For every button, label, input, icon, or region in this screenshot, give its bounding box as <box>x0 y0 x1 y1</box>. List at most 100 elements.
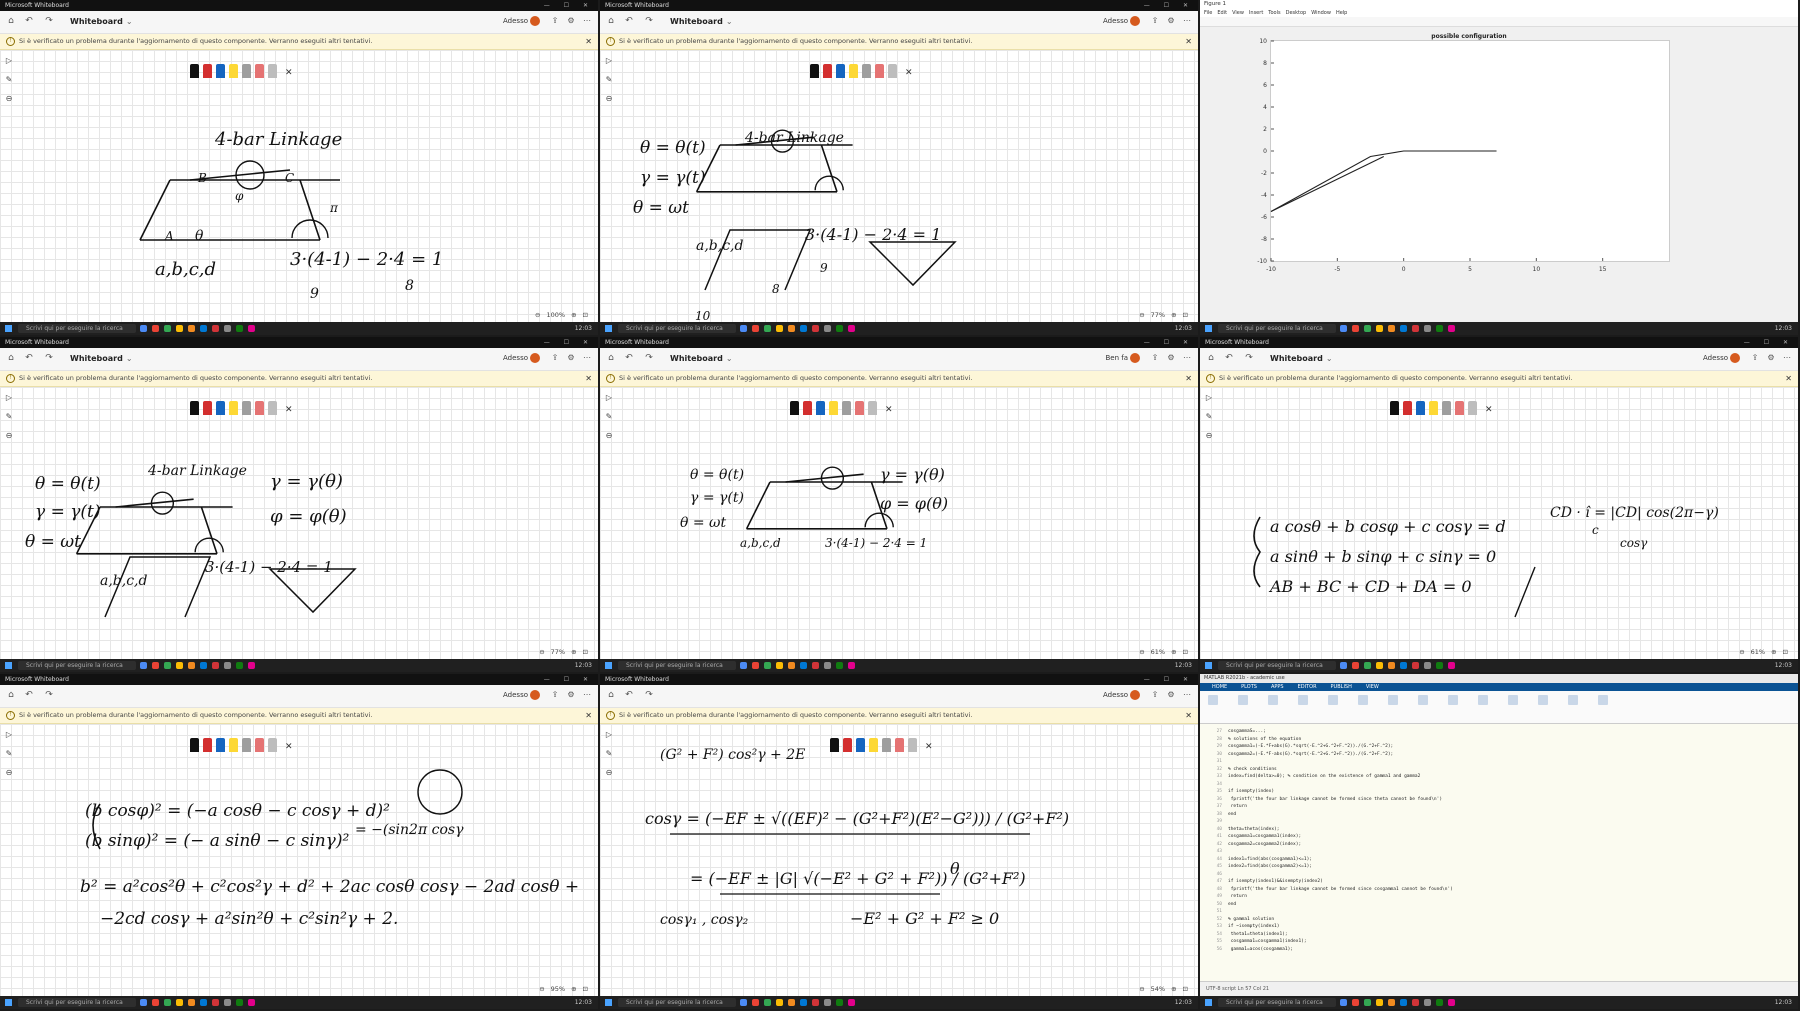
share-icon[interactable]: ⇪ <box>1150 16 1160 26</box>
taskbar-app-icon[interactable] <box>1388 662 1395 669</box>
zoom-out-icon[interactable]: ⊖ <box>1139 648 1144 656</box>
whiteboard-canvas[interactable]: θ = θ(t) γ = γ(t) θ = ωt γ = γ(θ) φ = φ(θ) 4-… <box>0 387 598 659</box>
pen-tool[interactable] <box>843 738 852 752</box>
pen-tool[interactable] <box>242 64 251 78</box>
window-controls[interactable]: — ☐ ✕ <box>1144 337 1194 348</box>
taskbar-app-icon[interactable] <box>1400 999 1407 1006</box>
share-icon[interactable]: ⇪ <box>550 353 560 363</box>
taskbar-app-icon[interactable] <box>236 662 243 669</box>
windows-start-icon[interactable] <box>1205 662 1212 669</box>
taskbar-app-icon[interactable] <box>248 325 255 332</box>
close-banner-button[interactable]: ✕ <box>585 371 592 386</box>
pen-tool[interactable] <box>862 64 871 78</box>
select-icon[interactable]: ▷ <box>604 393 614 403</box>
fit-screen-icon[interactable]: ⊡ <box>583 311 588 319</box>
pen-tool[interactable] <box>810 64 819 78</box>
more-icon[interactable]: ⋯ <box>582 353 592 363</box>
fit-screen-icon[interactable]: ⊡ <box>583 985 588 993</box>
fit-screen-icon[interactable]: ⊡ <box>1183 648 1188 656</box>
select-icon[interactable]: ▷ <box>4 56 14 66</box>
zoom-level[interactable]: 100% <box>547 311 566 319</box>
taskbar-search-input[interactable]: Scrivi qui per eseguire la ricerca <box>618 661 736 670</box>
fit-screen-icon[interactable]: ⊡ <box>1783 648 1788 656</box>
pen-icon[interactable]: ✎ <box>604 412 614 422</box>
ribbon-tab[interactable]: PUBLISH <box>1331 684 1352 690</box>
taskbar-app-icon[interactable] <box>740 662 747 669</box>
zoom-in-icon[interactable]: ⊕ <box>571 648 576 656</box>
taskbar-app-icon[interactable] <box>200 999 207 1006</box>
pen-tool[interactable] <box>229 738 238 752</box>
close-banner-button[interactable]: ✕ <box>585 708 592 723</box>
pen-tool[interactable] <box>229 64 238 78</box>
taskbar-app-icon[interactable] <box>848 999 855 1006</box>
pen-tool[interactable] <box>803 401 812 415</box>
pen-tool[interactable] <box>203 738 212 752</box>
pen-tool[interactable] <box>816 401 825 415</box>
taskbar-app-icon[interactable] <box>1364 662 1371 669</box>
undo-icon[interactable]: ↶ <box>624 690 634 700</box>
pen-tool[interactable] <box>1442 401 1451 415</box>
taskbar-app-icon[interactable] <box>800 999 807 1006</box>
select-icon[interactable]: ▷ <box>1204 393 1214 403</box>
pen-tool[interactable] <box>855 401 864 415</box>
share-icon[interactable]: ⇪ <box>1150 353 1160 363</box>
taskbar-search-input[interactable]: Scrivi qui per eseguire la ricerca <box>18 661 136 670</box>
close-banner-button[interactable]: ✕ <box>1185 34 1192 49</box>
close-palette-icon[interactable]: ✕ <box>1485 405 1493 415</box>
window-controls[interactable]: — ☐ ✕ <box>1144 674 1194 685</box>
taskbar-app-icon[interactable] <box>152 999 159 1006</box>
eraser-icon[interactable]: ⊖ <box>4 768 14 778</box>
window-controls[interactable]: — ☐ ✕ <box>1744 337 1794 348</box>
pen-tool[interactable] <box>869 738 878 752</box>
taskbar-app-icon[interactable] <box>776 662 783 669</box>
zoom-level[interactable]: 61% <box>1151 648 1165 656</box>
pen-tool[interactable] <box>849 64 858 78</box>
pen-tool[interactable] <box>203 401 212 415</box>
share-icon[interactable]: ⇪ <box>550 690 560 700</box>
taskbar-app-icon[interactable] <box>764 999 771 1006</box>
home-icon[interactable]: ⌂ <box>6 353 16 363</box>
pen-tool[interactable] <box>1403 401 1412 415</box>
window-controls[interactable]: — ☐ ✕ <box>544 337 594 348</box>
taskbar-app-icon[interactable] <box>1340 999 1347 1006</box>
taskbar-app-icon[interactable] <box>212 999 219 1006</box>
select-icon[interactable]: ▷ <box>604 56 614 66</box>
share-icon[interactable]: ⇪ <box>1150 690 1160 700</box>
close-palette-icon[interactable]: ✕ <box>285 742 293 752</box>
redo-icon[interactable]: ↷ <box>44 16 54 26</box>
eraser-icon[interactable]: ⊖ <box>4 94 14 104</box>
pen-tool[interactable] <box>823 64 832 78</box>
taskbar-app-icon[interactable] <box>200 325 207 332</box>
taskbar-app-icon[interactable] <box>1376 325 1383 332</box>
ribbon-tab[interactable]: EDITOR <box>1298 684 1317 690</box>
home-icon[interactable]: ⌂ <box>606 16 616 26</box>
zoom-in-icon[interactable]: ⊕ <box>571 311 576 319</box>
settings-icon[interactable]: ⚙ <box>566 690 576 700</box>
eraser-icon[interactable]: ⊖ <box>4 431 14 441</box>
undo-icon[interactable]: ↶ <box>24 353 34 363</box>
windows-start-icon[interactable] <box>605 662 612 669</box>
pen-tool[interactable] <box>908 738 917 752</box>
ribbon-tab[interactable]: VIEW <box>1366 684 1379 690</box>
figure-menu-item[interactable]: Window <box>1311 10 1331 16</box>
taskbar-search-input[interactable]: Scrivi qui per eseguire la ricerca <box>1218 324 1336 333</box>
taskbar-app-icon[interactable] <box>1436 999 1443 1006</box>
ribbon-button-icon[interactable] <box>1358 695 1368 705</box>
fit-screen-icon[interactable]: ⊡ <box>1183 311 1188 319</box>
windows-start-icon[interactable] <box>5 662 12 669</box>
taskbar-app-icon[interactable] <box>836 999 843 1006</box>
taskbar-app-icon[interactable] <box>1424 325 1431 332</box>
pen-tool[interactable] <box>255 401 264 415</box>
more-icon[interactable]: ⋯ <box>1182 690 1192 700</box>
ribbon-button-icon[interactable] <box>1538 695 1548 705</box>
eraser-icon[interactable]: ⊖ <box>604 768 614 778</box>
taskbar-app-icon[interactable] <box>752 999 759 1006</box>
zoom-level[interactable]: 77% <box>1151 311 1165 319</box>
pen-tool[interactable] <box>242 401 251 415</box>
close-palette-icon[interactable]: ✕ <box>285 405 293 415</box>
taskbar-app-icon[interactable] <box>788 325 795 332</box>
pen-tool[interactable] <box>242 738 251 752</box>
eraser-icon[interactable]: ⊖ <box>604 94 614 104</box>
ribbon-button-icon[interactable] <box>1478 695 1488 705</box>
ribbon-button-icon[interactable] <box>1598 695 1608 705</box>
